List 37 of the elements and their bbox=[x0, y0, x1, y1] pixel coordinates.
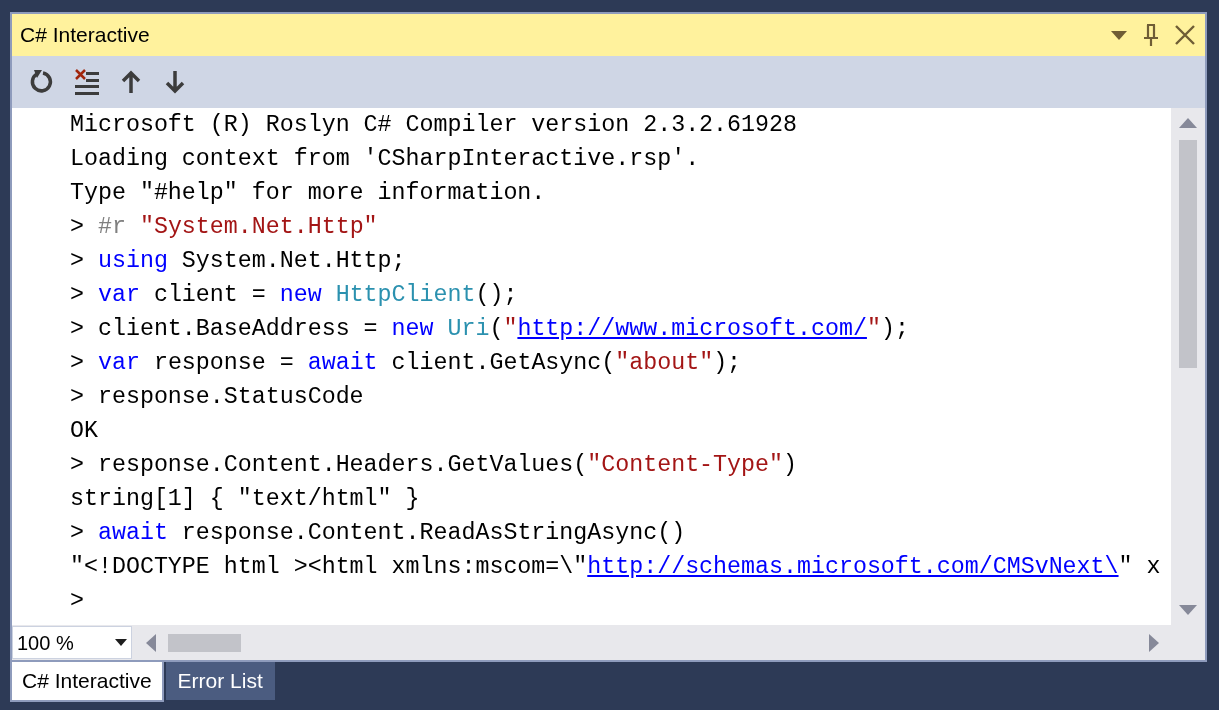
scroll-right-icon[interactable] bbox=[1149, 633, 1159, 652]
arrow-up-icon bbox=[121, 70, 141, 94]
code-line: > #r "System.Net.Http" bbox=[70, 213, 379, 242]
tab[interactable]: C# Interactive bbox=[10, 662, 164, 702]
code-line: > await response.Content.ReadAsStringAsync() bbox=[70, 519, 687, 548]
code-line: > var client = new HttpClient(); bbox=[70, 281, 519, 310]
code-line: string[1] { "text/html" } bbox=[70, 485, 421, 514]
scroll-down-icon[interactable] bbox=[1179, 605, 1197, 615]
code-line: OK bbox=[70, 417, 99, 446]
arrow-down-icon bbox=[165, 70, 185, 94]
pin-icon bbox=[1143, 24, 1159, 46]
caret-icon bbox=[115, 639, 127, 646]
code-line: Loading context from 'CSharpInteractive.rsp'. bbox=[70, 145, 701, 174]
scrollbar-thumb[interactable] bbox=[1179, 140, 1197, 368]
scroll-up-icon[interactable] bbox=[1179, 118, 1197, 128]
link[interactable]: http://www.microsoft.com/ bbox=[517, 316, 867, 342]
code-line: "<!DOCTYPE html ><html xmlns:mscom=\"http://schemas.microsoft.com/CMSvNext\" x bbox=[70, 553, 1162, 582]
code-line: > bbox=[70, 587, 85, 616]
code-line: > using System.Net.Http; bbox=[70, 247, 407, 276]
close-icon bbox=[1175, 25, 1195, 45]
zoom-dropdown[interactable]: 100 % bbox=[12, 626, 132, 659]
scrollbar-thumb[interactable] bbox=[168, 633, 241, 652]
code-line: > var response = await client.GetAsync("about"); bbox=[70, 349, 743, 378]
code-line: > client.BaseAddress = new Uri("http://www.microsoft.com/"); bbox=[70, 315, 910, 344]
scroll-left-icon[interactable] bbox=[146, 633, 156, 652]
code-line: Microsoft (R) Roslyn C# Compiler version 2.3.2.61928 bbox=[70, 111, 798, 140]
code-line: > response.StatusCode bbox=[70, 383, 365, 412]
code-line: > response.Content.Headers.GetValues("Content-Type") bbox=[70, 451, 798, 480]
code-line: Type "#help" for more information. bbox=[70, 179, 547, 208]
caret-icon bbox=[1111, 30, 1127, 40]
pin-button[interactable] bbox=[1141, 23, 1161, 47]
window-title: C# Interactive bbox=[20, 22, 151, 49]
link[interactable]: http://schemas.microsoft.com/CMSvNext\ bbox=[587, 554, 1119, 580]
zoom-value: 100 % bbox=[17, 630, 75, 656]
clear-list-icon bbox=[74, 68, 100, 96]
tab[interactable]: Error List bbox=[165, 662, 275, 700]
close-button[interactable] bbox=[1173, 23, 1197, 47]
